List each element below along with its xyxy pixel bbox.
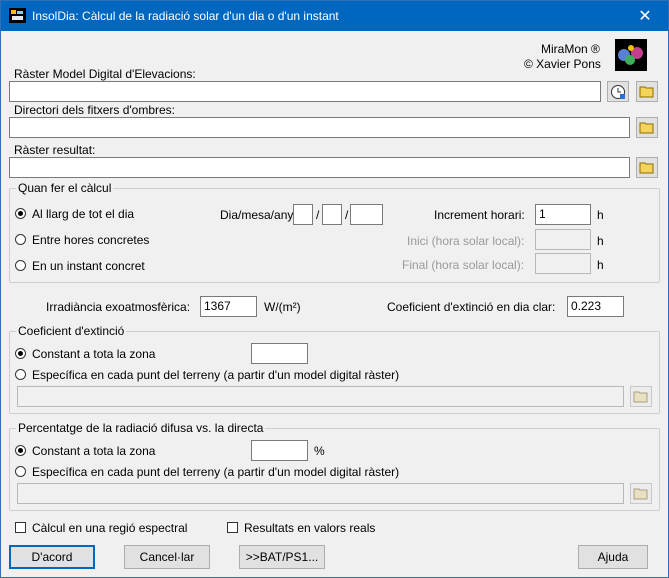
- extinction-browse-button: [630, 386, 652, 407]
- shadows-label: Directori dels fitxers d'ombres:: [14, 103, 176, 117]
- start-hour-label: Inici (hora solar local):: [407, 234, 525, 248]
- radio-all-day-label[interactable]: Al llarg de tot el dia: [32, 207, 134, 221]
- close-icon: ✕: [638, 8, 652, 25]
- end-hour-unit: h: [597, 258, 604, 272]
- end-hour-input: [535, 253, 591, 274]
- day-input[interactable]: [293, 204, 313, 225]
- end-hour-label: Final (hora solar local):: [402, 258, 525, 272]
- clear-day-input[interactable]: 0.223: [567, 296, 624, 317]
- extinction-raster-input: [17, 386, 624, 407]
- ok-button[interactable]: D'acord: [9, 545, 95, 569]
- start-hour-input: [535, 229, 591, 250]
- spectral-checkbox[interactable]: [15, 522, 26, 533]
- extinction-radio-constant[interactable]: [15, 348, 26, 359]
- increment-label: Increment horari:: [434, 208, 525, 222]
- close-button[interactable]: ✕: [622, 1, 668, 31]
- result-label: Ràster resultat:: [14, 143, 96, 157]
- bat-script-button-label: >>BAT/PS1...: [245, 550, 319, 564]
- radio-between-hours-label[interactable]: Entre hores concretes: [32, 233, 149, 247]
- extinction-radio-specific-label[interactable]: Específica en cada punt del terreny (a p…: [32, 368, 399, 382]
- folder-icon: [633, 391, 648, 403]
- radio-instant-label[interactable]: En un instant concret: [32, 259, 145, 273]
- shadows-browse-button[interactable]: [636, 117, 658, 138]
- title-bar[interactable]: InsolDia: Càlcul de la radiació solar d'…: [1, 1, 668, 31]
- extinction-group-legend: Coeficient d'extinció: [16, 324, 127, 338]
- brand-author: © Xavier Pons: [524, 57, 601, 71]
- diffuse-radio-specific[interactable]: [15, 466, 26, 477]
- diffuse-unit: %: [314, 444, 325, 458]
- extinction-radio-specific[interactable]: [15, 369, 26, 380]
- radio-all-day[interactable]: [15, 208, 26, 219]
- diffuse-raster-input: [17, 483, 624, 504]
- result-browse-button[interactable]: [636, 157, 658, 178]
- spectral-checkbox-label[interactable]: Càlcul en una regió espectral: [32, 521, 187, 535]
- dem-input[interactable]: [9, 81, 601, 102]
- bat-script-button[interactable]: >>BAT/PS1...: [239, 545, 325, 569]
- diffuse-radio-specific-label[interactable]: Específica en cada punt del terreny (a p…: [32, 465, 399, 479]
- dem-label: Ràster Model Digital d'Elevacions:: [14, 67, 196, 81]
- date-separator: /: [316, 208, 320, 222]
- dem-metadata-button[interactable]: [607, 81, 629, 102]
- folder-icon: [639, 86, 654, 98]
- folder-icon: [639, 122, 654, 134]
- dem-browse-button[interactable]: [636, 81, 658, 102]
- increment-unit: h: [597, 208, 604, 222]
- date-label: Dia/mesa/any:: [220, 208, 297, 222]
- diffuse-browse-button: [630, 483, 652, 504]
- extinction-constant-input[interactable]: [251, 343, 308, 364]
- help-button-label: Ajuda: [597, 550, 629, 564]
- folder-icon: [639, 162, 654, 174]
- miramon-logo-icon: [615, 39, 647, 71]
- increment-input[interactable]: 1: [535, 204, 591, 225]
- date-separator: /: [345, 208, 349, 222]
- ok-button-label: D'acord: [31, 550, 73, 564]
- real-values-checkbox-label[interactable]: Resultats en valors reals: [244, 521, 375, 535]
- result-input[interactable]: [9, 157, 630, 178]
- when-group-legend: Quan fer el càlcul: [16, 181, 114, 195]
- window-title: InsolDia: Càlcul de la radiació solar d'…: [32, 9, 339, 23]
- shadows-input[interactable]: [9, 117, 630, 138]
- folder-icon: [633, 488, 648, 500]
- app-icon: [9, 8, 26, 23]
- irradiance-label: Irradiància exoatmosfèrica:: [46, 300, 191, 314]
- month-input[interactable]: [322, 204, 342, 225]
- cancel-button-label: Cancel·lar: [139, 550, 195, 564]
- diffuse-constant-input[interactable]: [251, 440, 308, 461]
- irradiance-unit: W/(m²): [264, 300, 301, 314]
- help-button[interactable]: Ajuda: [578, 545, 648, 569]
- dialog-window: InsolDia: Càlcul de la radiació solar d'…: [0, 0, 669, 578]
- brand-name: MiraMon ®: [541, 42, 600, 56]
- start-hour-unit: h: [597, 234, 604, 248]
- info-clock-icon: [611, 84, 625, 99]
- diffuse-radio-constant-label[interactable]: Constant a tota la zona: [32, 444, 155, 458]
- real-values-checkbox[interactable]: [227, 522, 238, 533]
- irradiance-input[interactable]: 1367: [200, 296, 257, 317]
- radio-between-hours[interactable]: [15, 234, 26, 245]
- extinction-radio-constant-label[interactable]: Constant a tota la zona: [32, 347, 155, 361]
- diffuse-group-legend: Percentatge de la radiació difusa vs. la…: [16, 421, 266, 435]
- radio-instant[interactable]: [15, 260, 26, 271]
- cancel-button[interactable]: Cancel·lar: [124, 545, 210, 569]
- clear-day-label: Coeficient d'extinció en dia clar:: [387, 300, 556, 314]
- diffuse-radio-constant[interactable]: [15, 445, 26, 456]
- year-input[interactable]: [350, 204, 383, 225]
